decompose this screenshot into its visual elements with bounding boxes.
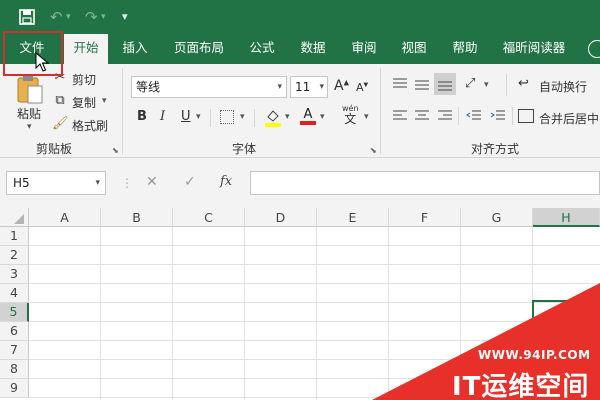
watermark-brand: IT运维空间 (452, 372, 590, 400)
watermark-triangle (372, 283, 600, 400)
watermark-url: WWW.94IP.COM (478, 348, 591, 362)
